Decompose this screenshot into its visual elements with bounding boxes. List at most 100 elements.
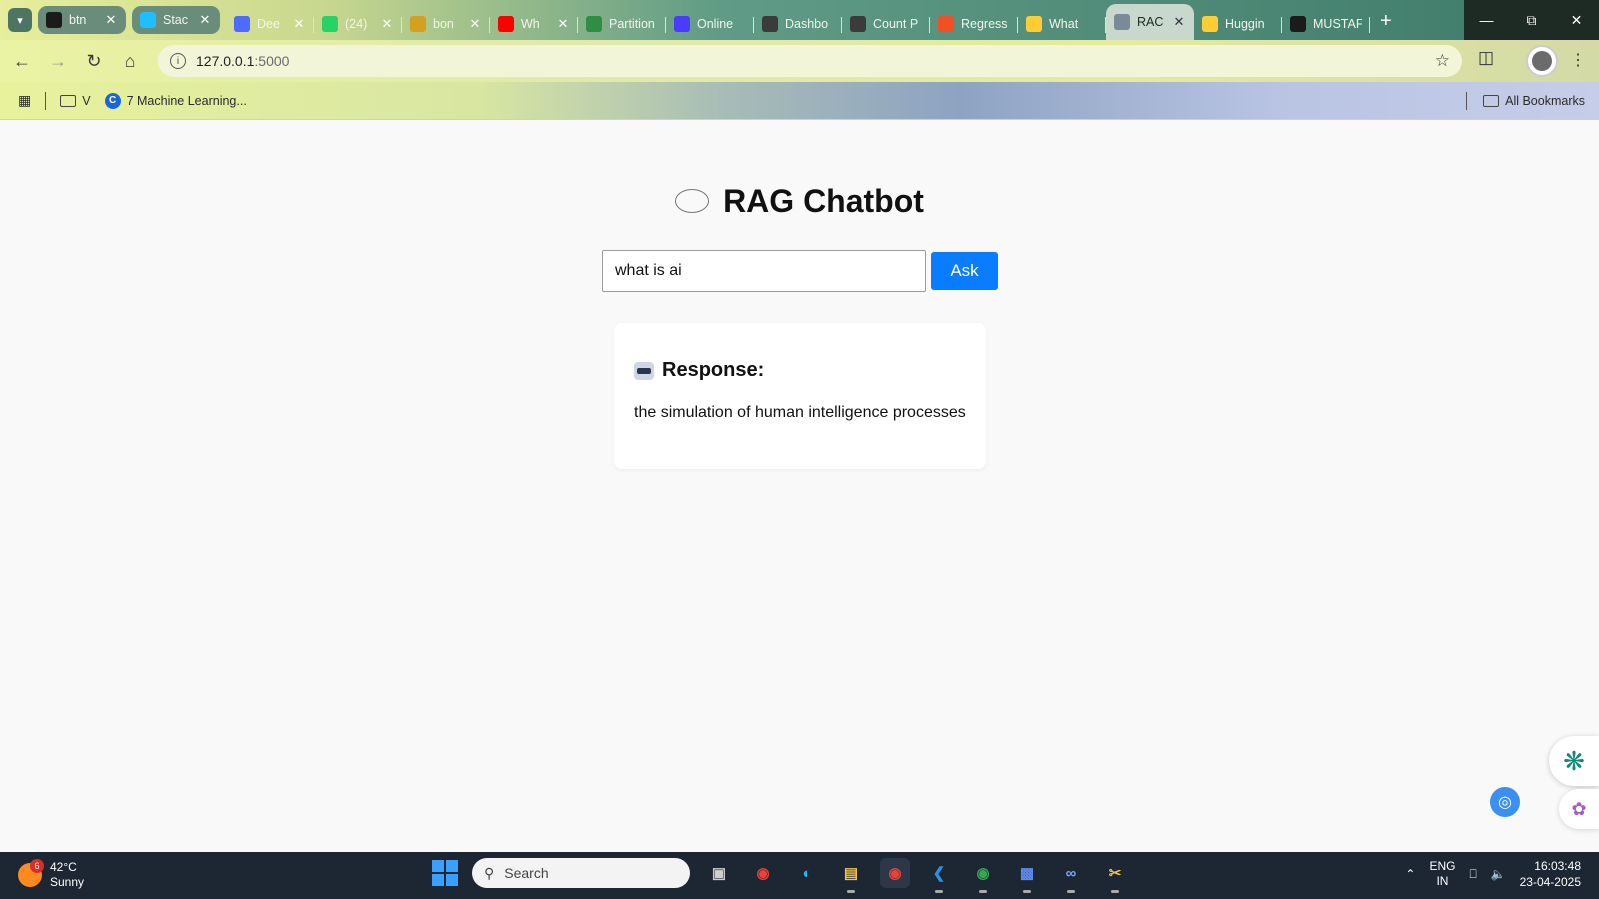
tab-title: Partition — [609, 17, 655, 31]
speech-bubble-icon — [675, 188, 710, 213]
tab-title: Dee — [257, 17, 280, 31]
tab-0[interactable]: btn ✕ — [38, 6, 126, 34]
language-indicator[interactable]: ENG IN — [1429, 859, 1455, 889]
snipping-tool-icon[interactable]: ✂ — [1100, 858, 1130, 893]
kebab-menu-icon[interactable]: ⋮ — [1570, 50, 1586, 70]
ask-button[interactable]: Ask — [931, 252, 998, 290]
vscode-icon[interactable]: ❮ — [924, 858, 954, 893]
chrome-icon[interactable]: ◉ — [748, 858, 778, 888]
github-icon — [1290, 16, 1306, 32]
file-explorer-icon[interactable]: ▤ — [836, 858, 866, 893]
apps-grid-icon[interactable]: ▦ — [18, 92, 31, 109]
bookmarks-divider — [45, 91, 47, 110]
query-input[interactable] — [602, 250, 926, 292]
bookmark-ml[interactable]: C 7 Machine Learning... — [104, 92, 247, 109]
response-title: Response: — [662, 359, 765, 381]
windows-start-icon[interactable] — [432, 860, 458, 886]
tab-5[interactable]: Wh ✕ — [490, 8, 578, 40]
page-heading: RAG Chatbot — [0, 183, 1599, 220]
brain-extension-icon[interactable]: ✿ — [1559, 789, 1599, 829]
url-host: 127.0.0.1 — [196, 53, 255, 69]
tab-12[interactable]: RAC ✕ — [1106, 4, 1194, 40]
weather-desc: Sunny — [50, 875, 85, 889]
back-icon[interactable]: ← — [6, 45, 38, 77]
online-tool-icon — [674, 16, 690, 32]
bookmark-star-icon[interactable]: ☆ — [1435, 51, 1450, 71]
tab-search-button[interactable]: ▾ — [8, 8, 32, 32]
tab-14[interactable]: MUSTAF — [1282, 8, 1370, 40]
robot-icon — [634, 361, 654, 380]
tab-9[interactable]: Count P — [842, 8, 930, 40]
tab-separator — [1369, 17, 1370, 33]
close-tab-icon[interactable]: ✕ — [380, 16, 394, 32]
system-tray: ⌃ ENG IN ⎕ 🔈 16:03:48 23-04-2025 — [1405, 858, 1581, 890]
tab-1[interactable]: Stac ✕ — [132, 6, 220, 34]
tab-4[interactable]: bon ✕ — [402, 8, 490, 40]
tab-13[interactable]: Huggin — [1194, 8, 1282, 40]
coursera-icon: C — [104, 92, 121, 109]
sun-icon: 6 — [18, 859, 44, 887]
chrome-profile-icon[interactable]: ◉ — [968, 858, 998, 893]
site-info-icon[interactable]: i — [170, 53, 186, 69]
new-tab-icon[interactable]: + — [1380, 10, 1392, 40]
chrome-active-icon[interactable]: ◉ — [880, 858, 910, 888]
cc-icon — [850, 16, 866, 32]
volume-icon[interactable]: 🔈 — [1491, 867, 1506, 881]
tab-title: Online — [697, 17, 734, 31]
tab-10[interactable]: Regress — [930, 8, 1018, 40]
tab-11[interactable]: What — [1018, 8, 1106, 40]
hf-spaces-icon — [410, 16, 426, 32]
tab-8[interactable]: Dashbo — [754, 8, 842, 40]
weather-widget[interactable]: 6 42°C Sunny — [18, 859, 85, 890]
windows-taskbar: 6 42°C Sunny ⚲ Search ▣ ◉ ◐ ▤ ◉ ❮ ◉ ▩ ∞ … — [0, 852, 1599, 899]
tab-3[interactable]: (24) ✕ — [314, 8, 402, 40]
close-tab-icon[interactable]: ✕ — [104, 12, 118, 28]
reload-icon[interactable]: ↻ — [78, 45, 110, 77]
chatgpt-sidebar-icon[interactable]: ❋ — [1549, 736, 1599, 786]
assistant-float-icon[interactable]: ◎ — [1490, 787, 1520, 817]
openai-icon — [46, 12, 62, 28]
tab-title: RAC — [1137, 15, 1164, 29]
forward-icon[interactable]: → — [42, 45, 74, 77]
tab-title: MUSTAF — [1313, 17, 1362, 31]
home-icon[interactable]: ⌂ — [114, 45, 146, 77]
tab-title: bon — [433, 17, 454, 31]
microsoft-icon — [938, 16, 954, 32]
profile-avatar[interactable] — [1526, 45, 1558, 77]
restore-icon[interactable]: ⧉ — [1509, 0, 1554, 40]
tab-title: Stac — [163, 13, 189, 27]
taskbar-search[interactable]: ⚲ Search — [472, 858, 690, 888]
all-bookmarks[interactable]: All Bookmarks — [1483, 94, 1585, 108]
clock-date: 23-04-2025 — [1519, 875, 1581, 889]
network-icon[interactable]: ⎕ — [1469, 867, 1476, 882]
tab-title: Dashbo — [785, 17, 829, 31]
whatsapp-icon — [322, 16, 338, 32]
edge-icon[interactable]: ◐ — [792, 858, 822, 888]
minimize-icon[interactable]: — — [1464, 0, 1509, 40]
close-tab-icon[interactable]: ✕ — [1172, 14, 1186, 30]
task-view-icon[interactable]: ▣ — [704, 858, 734, 888]
bookmarks-divider — [1466, 91, 1468, 110]
response-card: Response: the simulation of human intell… — [614, 323, 986, 469]
close-tab-icon[interactable]: ✕ — [198, 12, 212, 28]
bookmark-folder-v[interactable]: V — [60, 94, 91, 108]
extensions-icon[interactable]: ◫ — [1478, 48, 1494, 68]
tab-list: btn ✕ Stac ✕ Dee ✕ (24) ✕ bon ✕ Wh ✕ Partition Online… — [38, 4, 1392, 40]
infinity-app-icon[interactable]: ∞ — [1056, 858, 1086, 893]
tab-6[interactable]: Partition — [578, 8, 666, 40]
close-tab-icon[interactable]: ✕ — [292, 16, 306, 32]
tab-7[interactable]: Online — [666, 8, 754, 40]
tab-2[interactable]: Dee ✕ — [226, 8, 314, 40]
kaggle-icon — [140, 12, 156, 28]
close-tab-icon[interactable]: ✕ — [468, 16, 482, 32]
address-bar[interactable]: i 127.0.0.1:5000 ☆ — [158, 45, 1462, 77]
chevron-up-icon[interactable]: ⌃ — [1405, 867, 1415, 881]
tab-title: What — [1049, 17, 1079, 31]
close-window-icon[interactable]: ✕ — [1554, 0, 1599, 40]
close-tab-icon[interactable]: ✕ — [556, 16, 570, 32]
clock[interactable]: 16:03:48 23-04-2025 — [1520, 858, 1581, 890]
browser-toolbar: ← → ↻ ⌂ i 127.0.0.1:5000 ☆ ◫ ⋮ — [0, 40, 1599, 82]
window-controls: — ⧉ ✕ — [1464, 0, 1599, 40]
remote-desktop-icon[interactable]: ▩ — [1012, 858, 1042, 893]
clock-time: 16:03:48 — [1534, 859, 1581, 873]
